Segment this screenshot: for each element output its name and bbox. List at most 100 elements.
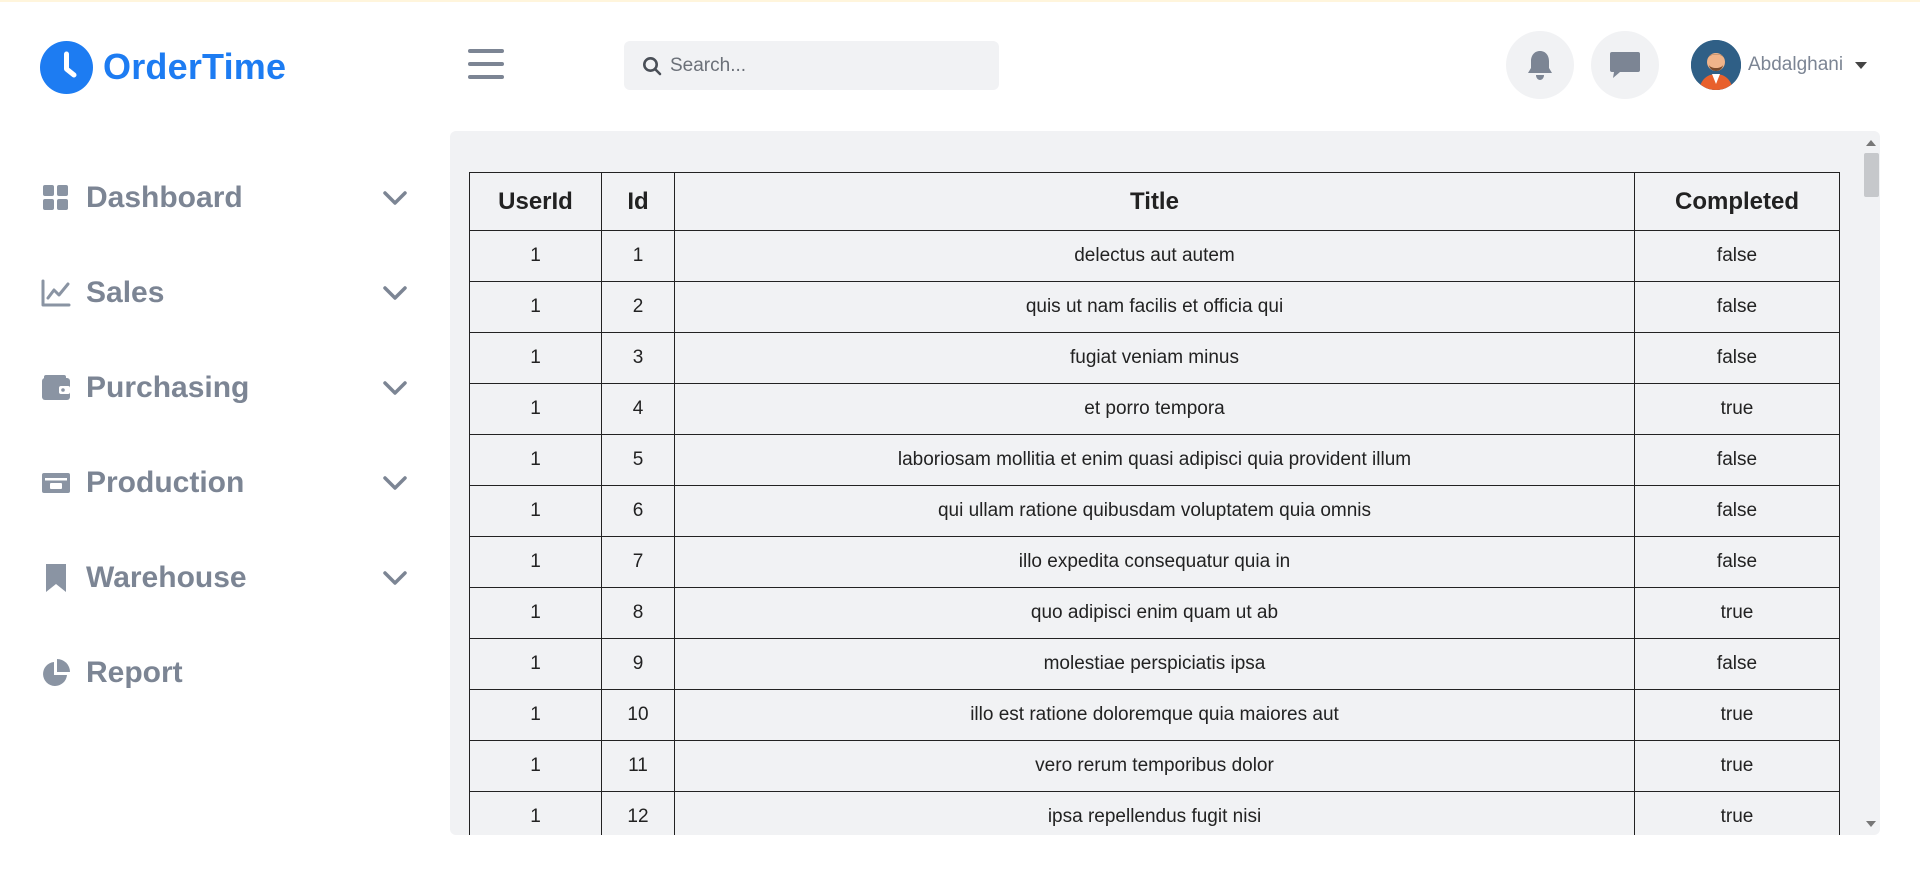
sidebar-item-label: Warehouse [86,560,247,594]
column-header-title[interactable]: Title [674,172,1635,231]
table-row[interactable]: 1 11 vero rerum temporibus dolor true [469,740,1840,792]
cell-title: illo expedita consequatur quia in [674,536,1635,588]
sidebar-item-label: Dashboard [86,180,243,214]
cell-completed: true [1634,791,1840,835]
scroll-down-arrow-icon[interactable] [1866,821,1876,827]
table-row[interactable]: 1 3 fugiat veniam minus false [469,332,1840,384]
column-header-completed[interactable]: Completed [1634,172,1840,231]
wallet-icon [40,372,72,404]
sidebar-item-purchasing[interactable]: Purchasing [40,340,420,435]
table-row[interactable]: 1 2 quis ut nam facilis et officia qui fals… [469,281,1840,333]
table-row[interactable]: 1 6 qui ullam ratione quibusdam voluptatem… [469,485,1840,537]
table-row[interactable]: 1 1 delectus aut autem false [469,230,1840,282]
notifications-button[interactable] [1506,31,1574,99]
sidebar-item-warehouse[interactable]: Warehouse [40,530,420,625]
cell-completed: false [1634,485,1840,537]
messages-button[interactable] [1591,31,1659,99]
brand-logo[interactable]: OrderTime [40,40,286,94]
cell-id: 7 [601,536,675,588]
hamburger-icon[interactable] [468,47,504,81]
sidebar-nav: Dashboard Sales Purchasing Production Wa… [40,150,420,720]
cell-title: vero rerum temporibus dolor [674,740,1635,792]
cell-completed: false [1634,638,1840,690]
table-row[interactable]: 1 7 illo expedita consequatur quia in false [469,536,1840,588]
table-header-row: UserId Id Title Completed [469,172,1840,231]
brand-name: OrderTime [103,46,287,87]
cell-title: quo adipisci enim quam ut ab [674,587,1635,639]
chevron-down-icon[interactable] [382,283,408,303]
cell-completed: true [1634,689,1840,741]
cell-userid: 1 [469,332,602,384]
cell-userid: 1 [469,230,602,282]
cell-id: 3 [601,332,675,384]
user-menu[interactable]: Abdalghani [1691,40,1868,90]
table-row[interactable]: 1 5 laboriosam mollitia et enim quasi adip… [469,434,1840,486]
top-accent-line [0,0,1920,2]
cell-id: 8 [601,587,675,639]
search-icon [643,56,662,75]
table-row[interactable]: 1 4 et porro tempora true [469,383,1840,435]
pie-chart-icon [40,657,72,689]
sidebar-item-label: Production [86,465,245,499]
chevron-down-icon[interactable] [382,568,408,588]
sidebar-item-production[interactable]: Production [40,435,420,530]
cell-userid: 1 [469,689,602,741]
grid-icon [40,182,72,214]
cell-userid: 1 [469,281,602,333]
chevron-down-icon[interactable] [382,188,408,208]
cell-id: 5 [601,434,675,486]
cell-id: 6 [601,485,675,537]
scroll-thumb[interactable] [1864,153,1879,197]
search-input[interactable] [670,54,990,77]
cell-userid: 1 [469,791,602,835]
content-panel: UserId Id Title Completed 1 1 delectus aut… [450,131,1880,835]
bookmark-icon [40,562,72,594]
cell-title: illo est ratione doloremque quia maiores… [674,689,1635,741]
todos-table: UserId Id Title Completed 1 1 delectus aut… [469,172,1840,835]
search-box[interactable] [624,41,999,90]
chat-icon [1610,52,1640,78]
chevron-down-icon[interactable] [382,378,408,398]
cell-userid: 1 [469,638,602,690]
cell-userid: 1 [469,434,602,486]
cell-title: ipsa repellendus fugit nisi [674,791,1635,835]
table-row[interactable]: 1 8 quo adipisci enim quam ut ab true [469,587,1840,639]
column-header-userid[interactable]: UserId [469,172,602,231]
cell-id: 1 [601,230,675,282]
money-icon [40,467,72,499]
cell-id: 4 [601,383,675,435]
bell-icon [1528,51,1552,80]
column-header-id[interactable]: Id [601,172,675,231]
sidebar-item-sales[interactable]: Sales [40,245,420,340]
cell-id: 10 [601,689,675,741]
line-chart-icon [40,277,72,309]
cell-title: et porro tempora [674,383,1635,435]
cell-completed: true [1634,587,1840,639]
table-row[interactable]: 1 9 molestiae perspiciatis ipsa false [469,638,1840,690]
cell-userid: 1 [469,536,602,588]
cell-id: 12 [601,791,675,835]
sidebar-item-dashboard[interactable]: Dashboard [40,150,420,245]
cell-id: 2 [601,281,675,333]
cell-title: delectus aut autem [674,230,1635,282]
cell-title: qui ullam ratione quibusdam voluptatem q… [674,485,1635,537]
scroll-up-arrow-icon[interactable] [1866,140,1876,146]
user-name: Abdalghani [1748,54,1844,75]
table-row[interactable]: 1 10 illo est ratione doloremque quia maio… [469,689,1840,741]
sidebar-item-report[interactable]: Report [40,625,420,720]
caret-down-icon[interactable] [1855,61,1868,69]
vertical-scrollbar[interactable] [1861,131,1880,835]
cell-title: laboriosam mollitia et enim quasi adipis… [674,434,1635,486]
table-row[interactable]: 1 12 ipsa repellendus fugit nisi true [469,791,1840,835]
sidebar-item-label: Purchasing [86,370,250,404]
sidebar-item-label: Report [86,655,183,689]
cell-userid: 1 [469,587,602,639]
chevron-down-icon[interactable] [382,473,408,493]
cell-id: 11 [601,740,675,792]
cell-title: molestiae perspiciatis ipsa [674,638,1635,690]
cell-completed: false [1634,230,1840,282]
cell-completed: true [1634,383,1840,435]
cell-title: quis ut nam facilis et officia qui [674,281,1635,333]
cell-completed: false [1634,281,1840,333]
cell-userid: 1 [469,383,602,435]
